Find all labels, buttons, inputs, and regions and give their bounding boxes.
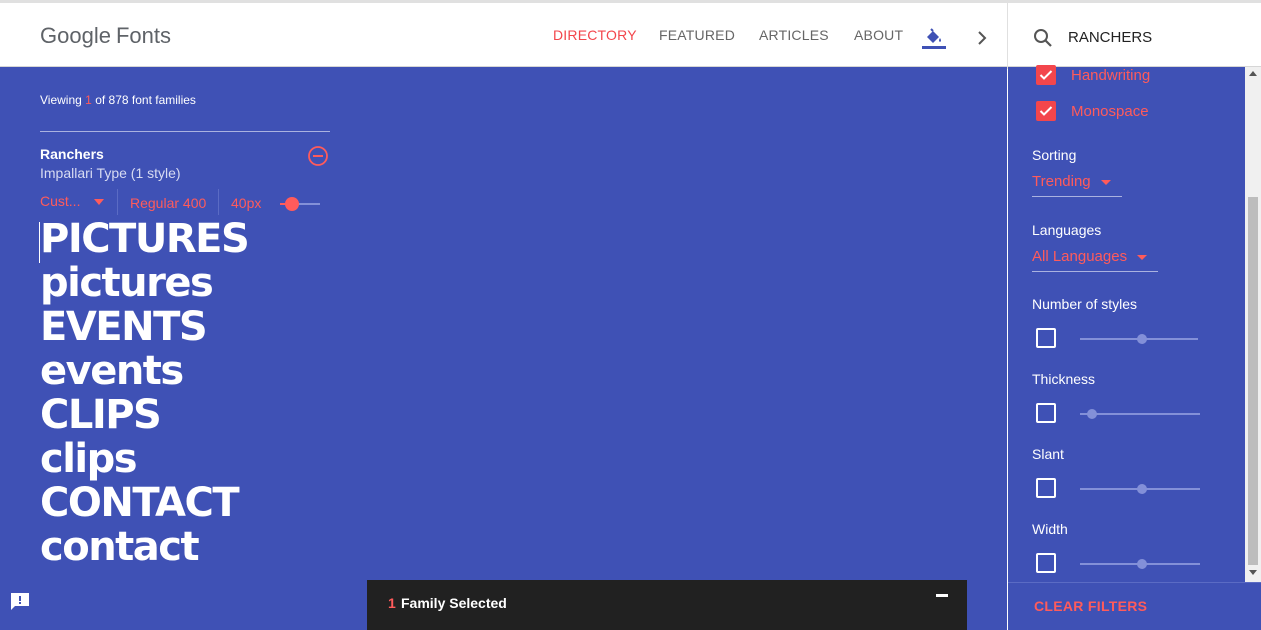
selected-label: Family Selected [401, 595, 507, 611]
selected-count: 1 [388, 595, 396, 611]
sample-line: EVENTS [40, 304, 208, 350]
width-filter-title: Width [1032, 521, 1068, 537]
sample-text-select[interactable]: Cust... [40, 193, 80, 209]
header-divider [1007, 3, 1008, 69]
font-directory-canvas: Viewing 1 of 878 font families Ranchers … [0, 67, 1007, 630]
languages-select[interactable]: All Languages [1032, 248, 1158, 272]
styles-filter-title: Number of styles [1032, 296, 1138, 312]
viewing-prefix: Viewing [40, 93, 82, 107]
divider [1008, 582, 1261, 583]
search-input[interactable]: RANCHERS [1068, 29, 1152, 46]
font-sample-preview[interactable]: PICTURES pictures EVENTS events CLIPS cl… [40, 216, 250, 570]
chevron-down-icon[interactable] [94, 199, 104, 205]
sample-line: events [40, 348, 184, 394]
thickness-filter-checkbox[interactable] [1036, 403, 1056, 423]
clear-filters-button[interactable]: CLEAR FILTERS [1034, 598, 1147, 614]
scrollbar-thumb[interactable] [1248, 197, 1258, 565]
checkmark-icon [1039, 106, 1053, 116]
thickness-range-thumb[interactable] [1087, 409, 1097, 419]
font-family-name[interactable]: Ranchers [40, 146, 104, 162]
category-label-monospace[interactable]: Monospace [1071, 103, 1149, 120]
font-foundry: Impallari Type (1 style) [40, 165, 181, 181]
font-weight-select[interactable]: Regular 400 [130, 195, 206, 211]
width-range-thumb[interactable] [1137, 559, 1148, 569]
sorting-select[interactable]: Trending [1032, 173, 1122, 197]
thickness-filter-title: Thickness [1032, 371, 1096, 387]
top-app-bar: Google Fonts DIRECTORY FEATURED ARTICLES … [0, 0, 1261, 69]
chevron-down-icon [1137, 254, 1148, 260]
slant-filter-checkbox[interactable] [1036, 478, 1056, 498]
selection-tray[interactable]: 1 Family Selected [367, 580, 967, 630]
nav-articles[interactable]: ARTICLES [759, 27, 829, 43]
width-filter-checkbox[interactable] [1036, 553, 1056, 573]
nav-about[interactable]: ABOUT [854, 27, 903, 43]
thickness-range-track[interactable] [1080, 413, 1200, 415]
scroll-down-arrow-icon[interactable] [1249, 570, 1257, 575]
styles-filter-checkbox[interactable] [1036, 328, 1056, 348]
slant-range-thumb[interactable] [1137, 484, 1148, 494]
checkbox-handwriting[interactable] [1036, 65, 1056, 85]
viewing-count: 1 [85, 93, 92, 107]
sample-line: PICTURES [40, 216, 250, 262]
filter-sidebar: Handwriting Monospace Sorting Trending L… [1008, 65, 1261, 630]
styles-range-thumb[interactable] [1137, 334, 1148, 344]
sample-line: clips [40, 436, 138, 482]
sample-line: pictures [40, 260, 214, 306]
nav-directory[interactable]: DIRECTORY [553, 27, 637, 43]
sample-line: contact [40, 524, 200, 570]
font-size-slider-thumb[interactable] [285, 197, 299, 211]
viewing-suffix: of 878 font families [95, 93, 196, 107]
sample-line: CLIPS [40, 392, 162, 438]
search-icon[interactable] [1032, 27, 1054, 49]
minimize-icon[interactable] [936, 594, 948, 597]
nav-featured[interactable]: FEATURED [659, 27, 735, 43]
viewing-count-text: Viewing 1 of 878 font families [40, 93, 196, 107]
sorting-title: Sorting [1032, 147, 1077, 163]
chevron-down-icon [1100, 179, 1111, 185]
languages-title: Languages [1032, 222, 1102, 238]
checkmark-icon [1039, 70, 1053, 80]
paint-bucket-icon[interactable] [921, 25, 947, 51]
chevron-right-icon[interactable] [974, 29, 990, 47]
sidebar-scrollbar[interactable] [1245, 67, 1261, 582]
sorting-value: Trending [1032, 173, 1091, 190]
logo-fonts-text: Fonts [115, 23, 171, 48]
remove-family-icon[interactable] [307, 145, 329, 167]
scroll-up-arrow-icon[interactable] [1249, 71, 1257, 76]
languages-value: All Languages [1032, 248, 1128, 265]
slant-filter-title: Slant [1032, 446, 1064, 462]
feedback-icon[interactable] [9, 591, 31, 611]
font-size-value: 40px [231, 195, 262, 211]
control-separator [218, 189, 219, 215]
divider [40, 131, 330, 132]
control-separator [117, 189, 118, 215]
logo-google-text: Google [40, 23, 111, 48]
checkbox-monospace[interactable] [1036, 101, 1056, 121]
google-fonts-logo[interactable]: Google Fonts [40, 23, 171, 49]
category-label-handwriting[interactable]: Handwriting [1071, 67, 1150, 84]
sample-line: CONTACT [40, 480, 240, 526]
